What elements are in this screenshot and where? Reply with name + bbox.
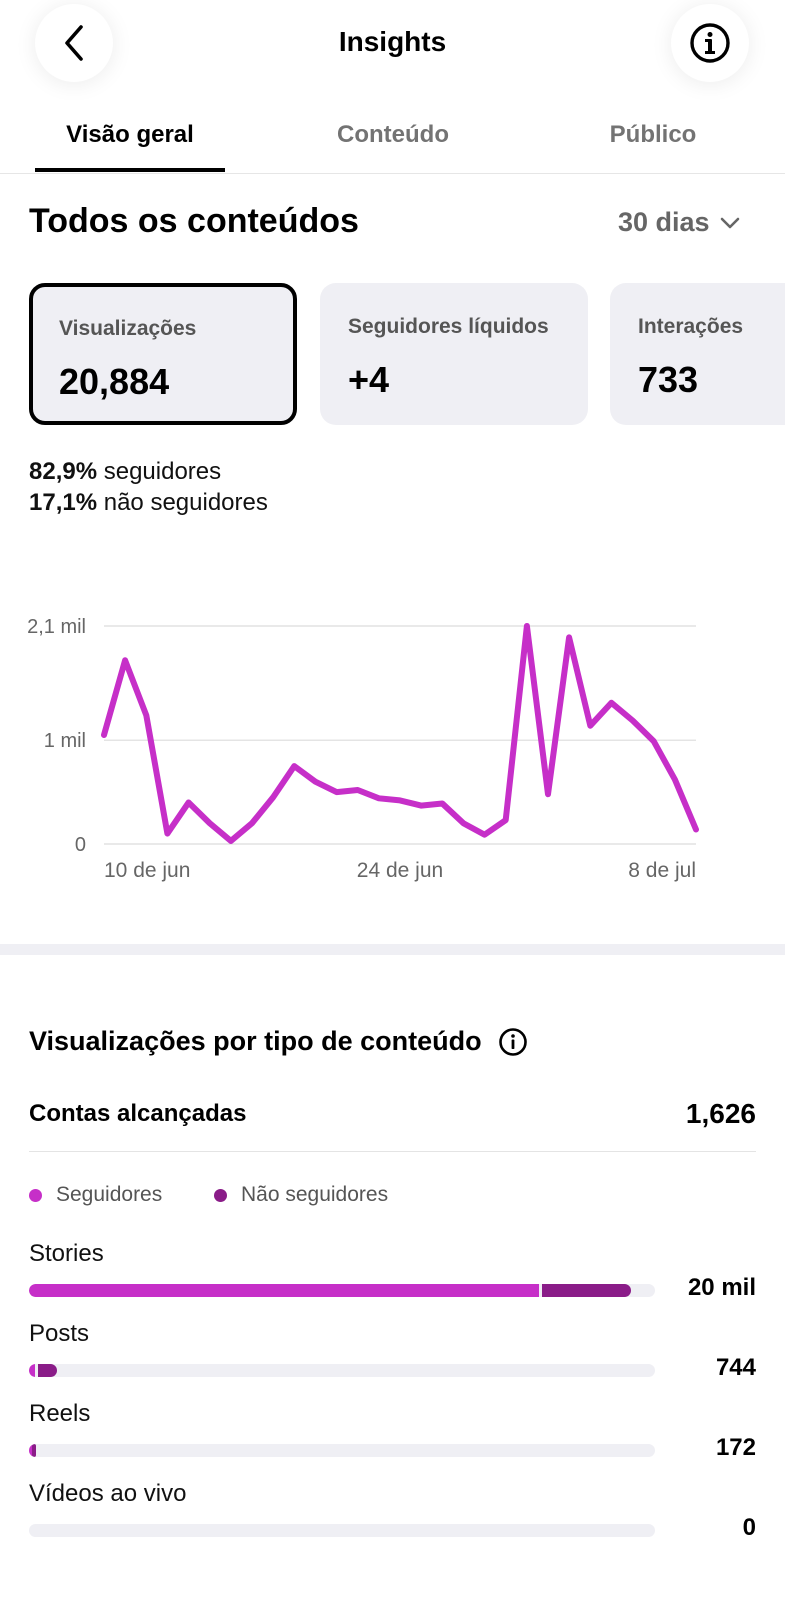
data-point: [420, 805, 422, 807]
content-type-label: Posts: [29, 1320, 90, 1347]
period-label: 30 dias: [618, 207, 710, 237]
data-point: [484, 834, 486, 836]
data-point: [336, 791, 338, 793]
content-type-label: Stories: [29, 1240, 104, 1267]
tab-audience[interactable]: Público: [553, 121, 753, 149]
data-point: [166, 833, 168, 835]
nonfollowers-percent: 17,1%: [29, 489, 98, 516]
x-tick-label: 10 de jun: [104, 859, 190, 882]
data-point: [293, 765, 295, 767]
content-type-bar: [29, 1284, 655, 1297]
metric-card-net-followers[interactable]: Seguidores líquidos +4: [320, 283, 588, 425]
views-line-chart: 0 1 mil 2,1 mil 10 de jun 24 de jun 8 de jul: [27, 616, 699, 882]
data-point: [357, 789, 359, 791]
metric-card-views[interactable]: Visualizações 20,884: [29, 283, 297, 425]
content-type-label: Reels: [29, 1400, 91, 1427]
content-type-value: 20 mil: [687, 1274, 756, 1301]
y-tick-label: 2,1 mil: [27, 616, 86, 638]
data-point: [399, 799, 401, 801]
tab-content[interactable]: Conteúdo: [293, 121, 493, 149]
content-type-label: Vídeos ao vivo: [29, 1480, 187, 1507]
info-button[interactable]: [671, 4, 749, 82]
content-type-value: 0: [742, 1514, 756, 1541]
data-point: [505, 819, 507, 821]
chevron-down-icon: [720, 217, 739, 228]
data-point: [230, 840, 232, 842]
content-type-bar: [29, 1524, 655, 1537]
data-point: [526, 625, 528, 627]
tab-overview[interactable]: Visão geral: [35, 121, 225, 149]
metric-card-value: 20,884: [59, 361, 170, 402]
reached-divider: [29, 1151, 756, 1152]
data-point: [568, 636, 570, 638]
bar-segment-followers: [29, 1284, 539, 1297]
bar-segment-nonfollowers: [542, 1284, 631, 1297]
reached-accounts-value: 1,626: [685, 1098, 756, 1129]
content-type-value: 172: [715, 1434, 756, 1461]
data-point: [632, 719, 634, 721]
legend-label-followers: Seguidores: [56, 1183, 163, 1206]
data-point: [124, 659, 126, 661]
data-point: [272, 796, 274, 798]
data-point: [378, 797, 380, 799]
y-tick-label: 0: [75, 834, 86, 856]
data-point: [314, 781, 316, 783]
followers-percent: 82,9%: [29, 458, 98, 485]
data-point: [209, 822, 211, 824]
nonfollowers-text: não seguidores: [103, 489, 268, 516]
content-type-title: Visualizações por tipo de conteúdo: [29, 1026, 528, 1057]
bar-segment-nonfollowers: [38, 1364, 57, 1377]
info-icon: [690, 23, 730, 63]
legend-dot-nonfollowers: [214, 1188, 227, 1202]
bar-segment-nonfollowers: [32, 1444, 36, 1457]
followers-text: seguidores: [103, 458, 222, 485]
data-point: [145, 714, 147, 716]
data-point: [695, 828, 697, 830]
data-point: [674, 779, 676, 781]
active-tab-indicator: [35, 168, 225, 172]
x-tick-label: 24 de jun: [357, 859, 443, 882]
period-dropdown[interactable]: 30 dias: [618, 207, 740, 238]
content-type-bar: [29, 1444, 655, 1457]
section-title: Todos os conteúdos: [29, 202, 359, 240]
metric-card-value: +4: [348, 359, 390, 400]
data-point: [547, 793, 549, 795]
page-title: Insights: [338, 26, 447, 57]
metric-card-label: Visualizações: [59, 317, 197, 340]
data-point: [103, 734, 105, 736]
tabs-divider: [0, 173, 785, 174]
metric-card-label: Interações: [638, 315, 744, 338]
data-point: [251, 822, 253, 824]
data-point: [462, 822, 464, 824]
metric-card-value: 733: [638, 359, 699, 400]
legend-dot-followers: [29, 1188, 42, 1202]
x-tick-label: 8 de jul: [628, 859, 696, 882]
followers-breakdown: 82,9% seguidores 17,1% não seguidores: [29, 456, 268, 518]
data-point: [188, 801, 190, 803]
views-series-line: [101, 623, 699, 844]
info-icon[interactable]: [498, 1027, 528, 1057]
reached-accounts-label: Contas alcançadas: [29, 1100, 247, 1127]
data-point: [610, 702, 612, 704]
legend-followers: Seguidores: [29, 1183, 162, 1207]
metric-card-interactions[interactable]: Interações 733: [610, 283, 785, 425]
legend-label-nonfollowers: Não seguidores: [241, 1183, 389, 1206]
legend-nonfollowers: Não seguidores: [214, 1183, 388, 1207]
content-type-bar: [29, 1364, 655, 1377]
content-type-value: 744: [715, 1354, 756, 1381]
data-point: [653, 740, 655, 742]
y-tick-label: 1 mil: [44, 730, 86, 752]
bar-segment-followers: [29, 1364, 35, 1377]
metric-card-label: Seguidores líquidos: [348, 315, 549, 338]
section-separator: [0, 944, 785, 955]
data-point: [589, 725, 591, 727]
data-point: [441, 803, 443, 805]
content-type-title-text: Visualizações por tipo de conteúdo: [29, 1026, 482, 1056]
